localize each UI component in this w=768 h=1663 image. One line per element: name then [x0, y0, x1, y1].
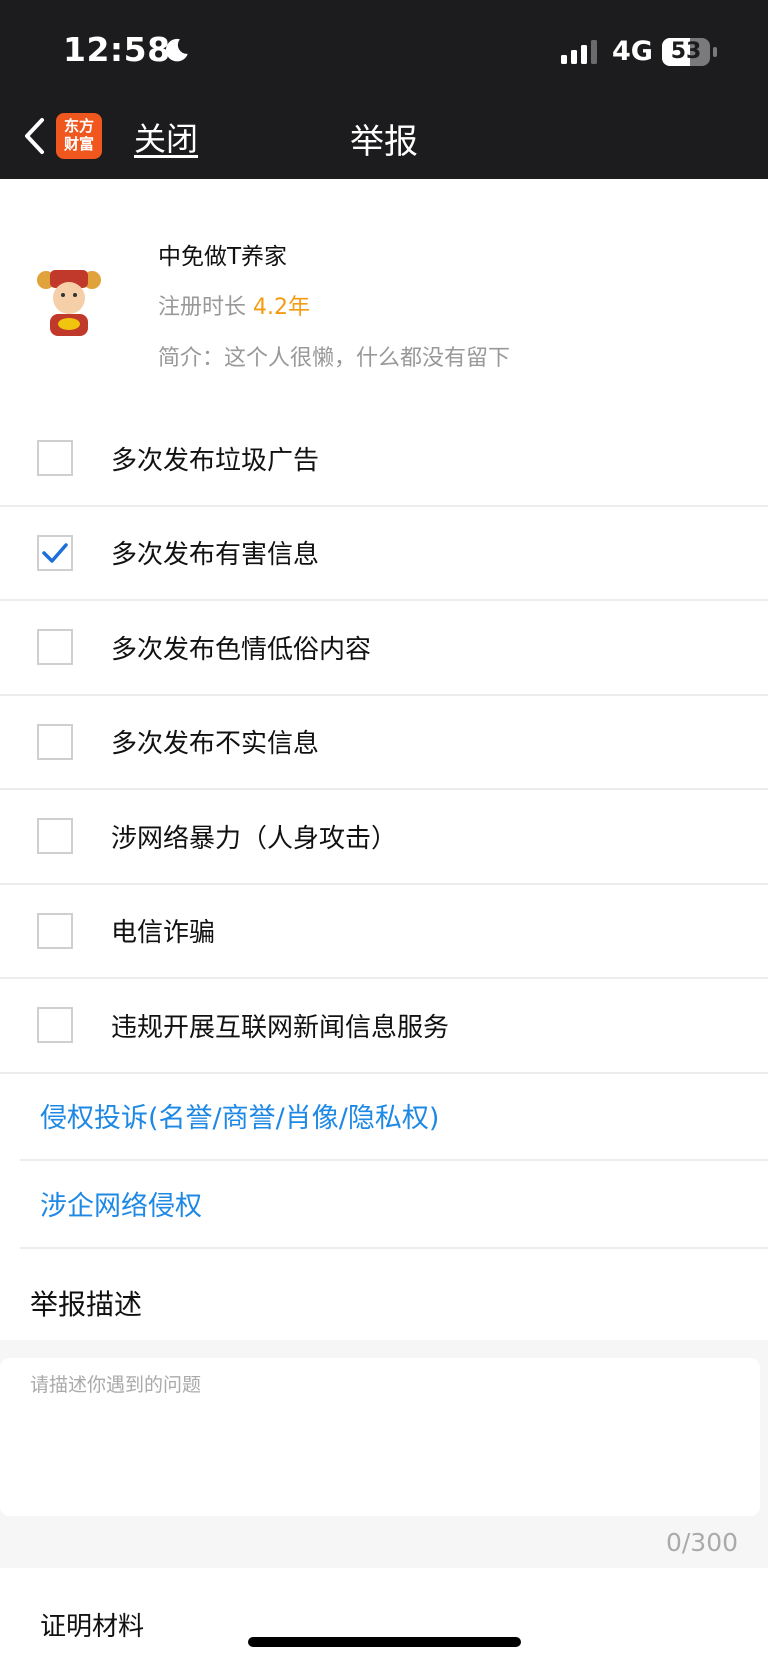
option-label: 多次发布有害信息	[111, 540, 320, 571]
network-type: 4G	[612, 36, 653, 67]
description-input[interactable]	[0, 1358, 760, 1516]
battery-level: 53	[670, 39, 702, 64]
report-option[interactable]: 涉网络暴力（人身攻击）	[0, 790, 768, 885]
signal-icon	[561, 40, 597, 64]
report-option[interactable]: 多次发布不实信息	[0, 696, 768, 790]
checkbox[interactable]	[37, 629, 73, 666]
option-label: 多次发布垃圾广告	[111, 445, 320, 476]
avatar	[37, 270, 101, 336]
home-indicator	[248, 1637, 521, 1647]
checkbox[interactable]	[37, 723, 73, 760]
option-label: 违规开展互联网新闻信息服务	[111, 1012, 450, 1043]
report-option[interactable]: 多次发布有害信息	[0, 507, 768, 601]
report-option[interactable]: 违规开展互联网新闻信息服务	[0, 979, 768, 1074]
link-enterprise-infringement[interactable]: 涉企网络侵权	[20, 1161, 768, 1249]
complaint-links: 侵权投诉(名誉/商誉/肖像/隐私权) 涉企网络侵权	[0, 1072, 768, 1249]
status-time: 12:58	[63, 30, 171, 69]
option-label: 多次发布色情低俗内容	[111, 634, 372, 665]
link-label[interactable]: 侵权投诉(名誉/商誉/肖像/隐私权)	[40, 1096, 439, 1135]
report-option[interactable]: 电信诈骗	[0, 885, 768, 979]
option-label: 涉网络暴力（人身攻击）	[111, 823, 398, 854]
description-title: 举报描述	[30, 1288, 143, 1321]
option-label: 电信诈骗	[111, 918, 216, 949]
page-title: 举报	[350, 122, 418, 162]
registration-label: 注册时长	[158, 295, 247, 320]
check-icon	[42, 543, 68, 563]
char-counter: 0/300	[665, 1528, 738, 1557]
checkbox[interactable]	[37, 818, 73, 855]
checkbox[interactable]	[37, 912, 73, 949]
moon-icon	[165, 38, 188, 62]
checkbox[interactable]	[37, 440, 73, 477]
report-option[interactable]: 多次发布色情低俗内容	[0, 601, 768, 696]
report-options: 多次发布垃圾广告 多次发布有害信息 多次发布色情低俗内容 多次发布不实信息 涉网…	[0, 412, 768, 1074]
link-infringement-complaint[interactable]: 侵权投诉(名誉/商誉/肖像/隐私权)	[20, 1072, 768, 1161]
description-section: 0/300	[0, 1340, 768, 1568]
registration-duration: 注册时长 4.2年	[158, 289, 310, 321]
username: 中免做T养家	[158, 244, 288, 270]
profile-bio: 简介：这个人很懒，什么都没有留下	[158, 346, 511, 371]
report-option[interactable]: 多次发布垃圾广告	[0, 412, 768, 507]
checkbox[interactable]	[37, 1007, 73, 1044]
link-label[interactable]: 涉企网络侵权	[40, 1184, 202, 1223]
checkbox-checked[interactable]	[37, 534, 73, 571]
option-label: 多次发布不实信息	[111, 729, 320, 760]
top-bar: 12:58 4G 53 东方 财富 关闭 举报	[0, 0, 768, 179]
registration-value: 4.2年	[253, 295, 311, 320]
proof-title: 证明材料	[40, 1612, 145, 1642]
